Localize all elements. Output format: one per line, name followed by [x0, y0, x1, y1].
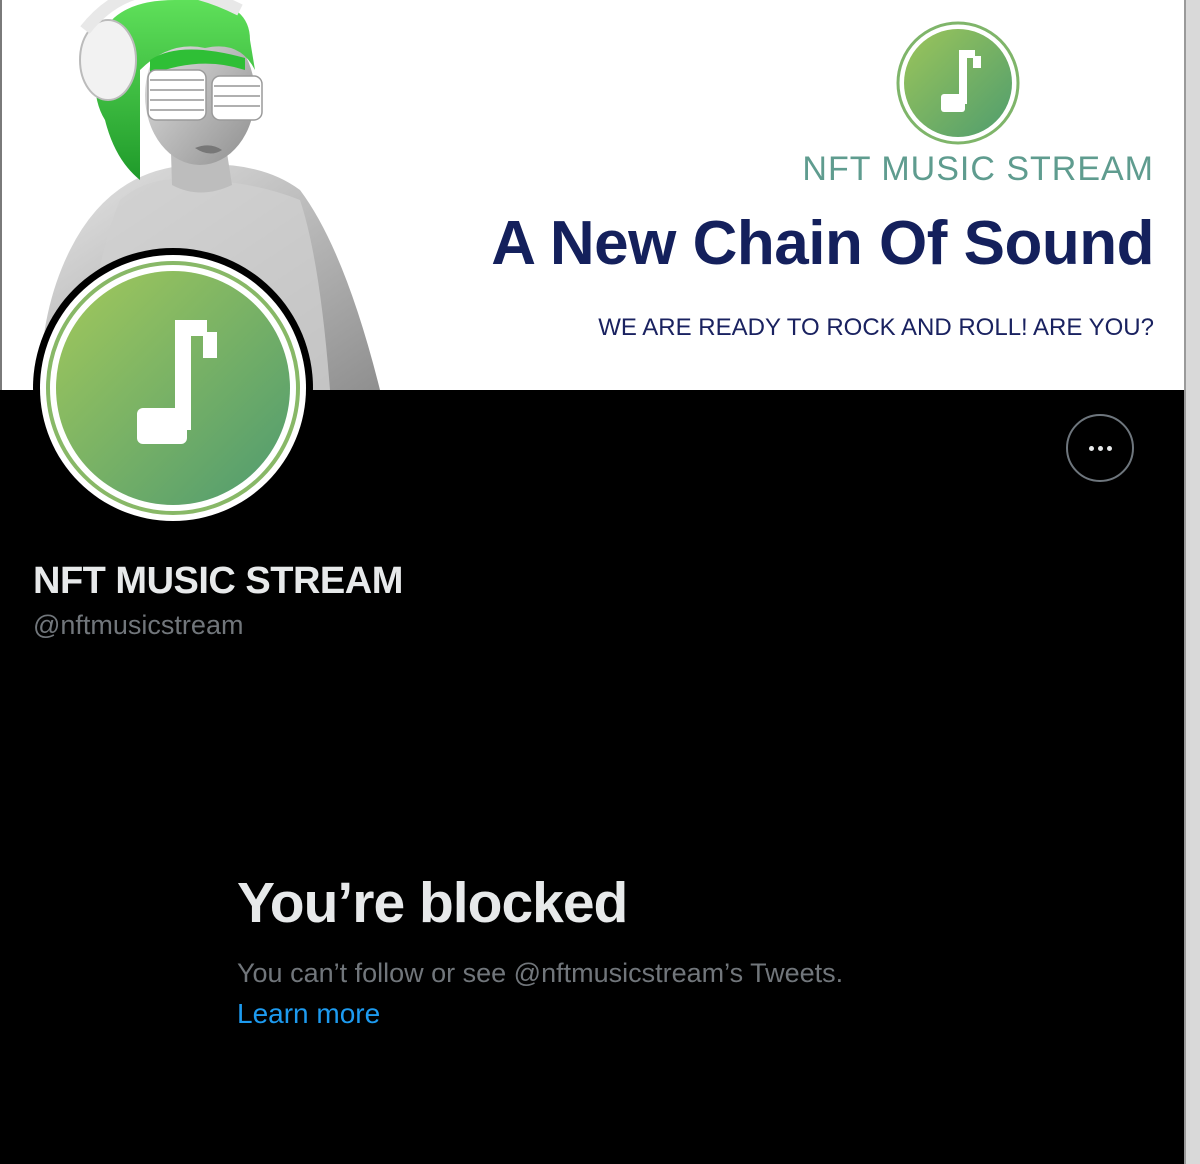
profile-avatar[interactable]: [33, 248, 313, 528]
scrollbar-track[interactable]: [1186, 0, 1200, 1164]
profile-display-name: NFT MUSIC STREAM: [33, 560, 403, 602]
blocked-description: You can’t follow or see @nftmusicstream’…: [237, 958, 844, 988]
learn-more-link[interactable]: Learn more: [237, 998, 380, 1030]
banner-brand-text: NFT MUSIC STREAM: [802, 150, 1154, 188]
banner-tagline: WE ARE READY TO ROCK AND ROLL! ARE YOU?: [598, 314, 1154, 341]
more-options-icon: [1088, 445, 1112, 451]
more-options-button[interactable]: [1066, 414, 1134, 482]
profile-handle: @nftmusicstream: [33, 610, 244, 640]
banner-logo-music-note-icon: [896, 21, 1020, 145]
blocked-title: You’re blocked: [237, 871, 628, 935]
banner-headline: A New Chain Of Sound: [491, 209, 1154, 278]
